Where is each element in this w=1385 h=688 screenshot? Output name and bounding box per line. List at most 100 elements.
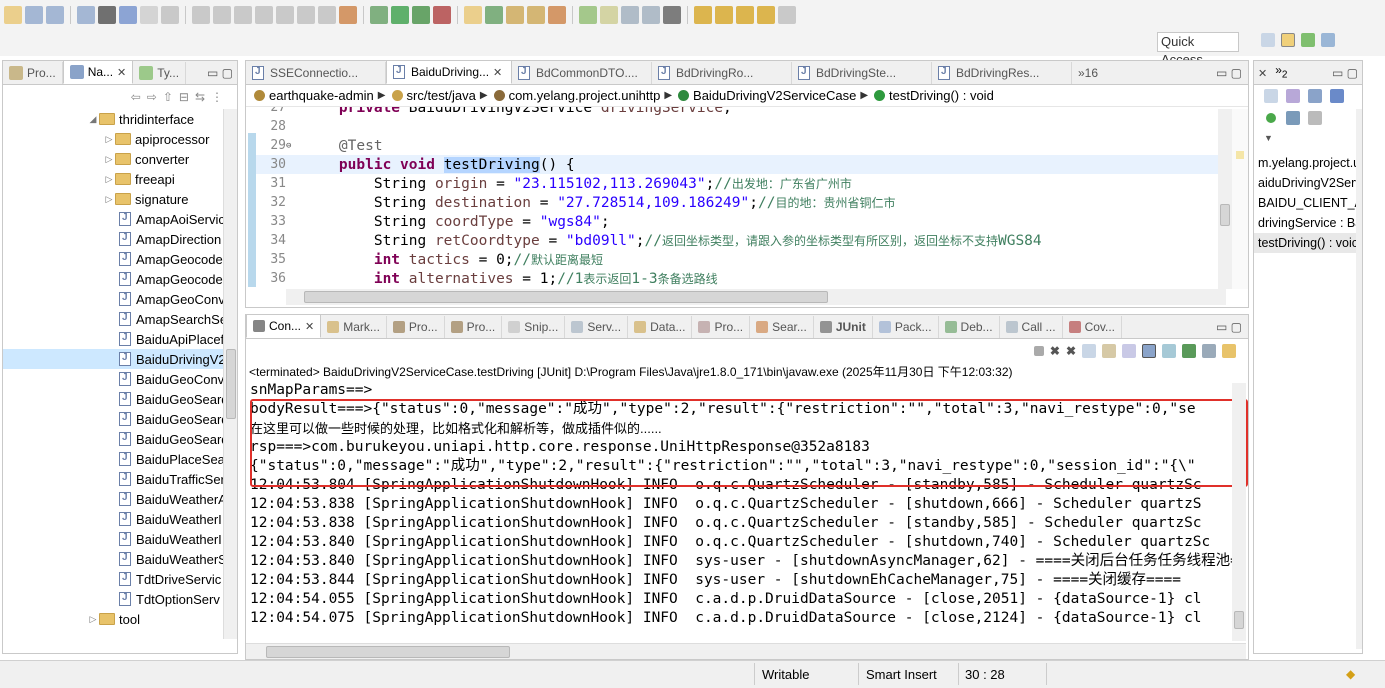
outline-overflow[interactable]: »2 — [1275, 63, 1287, 80]
tree-item[interactable]: BaiduWeatherS — [3, 549, 237, 569]
tree-item[interactable]: AmapGeocode — [3, 269, 237, 289]
outline-item[interactable]: testDriving() : voic — [1254, 233, 1362, 253]
overview-marker[interactable] — [1236, 151, 1244, 159]
tree-item[interactable]: TdtDriveServic — [3, 569, 237, 589]
terminal-icon[interactable] — [119, 6, 137, 24]
outline-item[interactable]: drivingService : Ba — [1254, 213, 1362, 233]
forward-icon[interactable] — [778, 6, 796, 24]
breadcrumb-item[interactable]: src/test/java ▶ — [391, 88, 488, 103]
bottom-tab[interactable]: Con... ✕ — [246, 315, 322, 338]
tree-item[interactable]: BaiduApiPlacef — [3, 329, 237, 349]
console-hscroll[interactable] — [246, 643, 1246, 659]
outline-item[interactable]: BAIDU_CLIENT_AK — [1254, 193, 1362, 213]
resume-icon[interactable] — [161, 6, 179, 24]
tab-package-explorer[interactable]: Pro... — [3, 62, 63, 84]
view-menu-icon[interactable]: ⋮ — [211, 90, 223, 104]
bottom-tab[interactable]: Deb... — [939, 316, 1000, 338]
expand-icon[interactable]: ▷ — [103, 134, 115, 145]
tree-item[interactable]: ◢ thridinterface — [3, 109, 237, 129]
open-task-icon[interactable] — [527, 6, 545, 24]
bottom-tab[interactable]: Data... — [628, 316, 693, 338]
debug-icon[interactable] — [370, 6, 388, 24]
console-vscroll[interactable] — [1232, 383, 1246, 641]
save-icon[interactable] — [25, 6, 43, 24]
tree-item[interactable]: BaiduWeatherA — [3, 489, 237, 509]
scroll-lock-icon[interactable] — [1102, 344, 1116, 358]
editor-tab[interactable]: BdDrivingSte... — [792, 62, 932, 84]
view-menu-icon[interactable]: ▼ — [1264, 133, 1344, 143]
external-tools-icon[interactable] — [433, 6, 451, 24]
close-icon[interactable]: ✕ — [493, 66, 502, 79]
expand-icon[interactable]: ▷ — [103, 194, 115, 205]
bottom-tab[interactable]: Call ... — [1000, 316, 1063, 338]
tree-item[interactable]: TdtOptionServ — [3, 589, 237, 609]
show-on-output-icon[interactable] — [1142, 344, 1156, 358]
new-icon[interactable] — [4, 6, 22, 24]
tree-item[interactable]: BaiduGeoSeard — [3, 409, 237, 429]
save-all-icon[interactable] — [46, 6, 64, 24]
sort-icon[interactable] — [1286, 89, 1300, 103]
close-icon[interactable]: ✕ — [117, 66, 126, 79]
bottom-tab[interactable]: Snip... — [502, 316, 566, 338]
breadcrumb-item[interactable]: BaiduDrivingV2ServiceCase ▶ — [678, 88, 868, 103]
hide-nonpublic-icon[interactable] — [1266, 113, 1276, 123]
open-console-icon[interactable] — [1222, 344, 1236, 358]
show-whitespace-icon[interactable] — [642, 6, 660, 24]
expand-icon[interactable]: ▷ — [103, 154, 115, 165]
bottom-tab[interactable]: Cov... — [1063, 316, 1123, 338]
editor-tab[interactable]: BdCommonDTO.... — [512, 62, 652, 84]
suspend-icon[interactable] — [192, 6, 210, 24]
pilcrow-icon[interactable] — [663, 6, 681, 24]
tree-item[interactable]: BaiduWeatherI — [3, 509, 237, 529]
open-type-icon[interactable] — [506, 6, 524, 24]
tree-item[interactable]: BaiduGeoConv — [3, 369, 237, 389]
run-icon[interactable] — [391, 6, 409, 24]
step-into-icon[interactable] — [255, 6, 273, 24]
breadcrumb-item[interactable]: testDriving() : void — [874, 88, 994, 103]
editor-tab[interactable]: BaiduDriving...✕ — [386, 61, 512, 84]
git-perspective-icon[interactable] — [1321, 33, 1335, 47]
expand-icon[interactable]: ▷ — [103, 174, 115, 185]
bottom-tab[interactable]: Sear... — [750, 316, 814, 338]
link-editor-icon[interactable]: ⇆ — [195, 90, 205, 104]
tree-item[interactable]: BaiduPlaceSea — [3, 449, 237, 469]
lightbulb-icon[interactable]: ◆ — [1346, 667, 1355, 681]
editor-tab-overflow[interactable]: »16 — [1072, 62, 1104, 84]
expand-icon[interactable]: ▷ — [87, 614, 99, 625]
hide-local-icon[interactable] — [1286, 111, 1300, 125]
coverage-icon[interactable] — [412, 6, 430, 24]
bottom-tab[interactable]: Pro... — [692, 316, 751, 338]
block-selection-icon[interactable] — [621, 6, 639, 24]
prev-annotation-icon[interactable] — [715, 6, 733, 24]
tree-item[interactable]: ▷ freeapi — [3, 169, 237, 189]
outline-scrollbar[interactable] — [1356, 109, 1362, 649]
fold-icon[interactable]: ⊖ — [286, 141, 296, 151]
code-area[interactable]: 27 private BaiduDrivingV2Service driving… — [246, 107, 1248, 287]
clear-console-icon[interactable] — [1082, 344, 1096, 358]
print-icon[interactable] — [77, 6, 95, 24]
back-icon[interactable] — [757, 6, 775, 24]
mark-occurrences-icon[interactable] — [579, 6, 597, 24]
drop-frame-icon[interactable] — [318, 6, 336, 24]
close-icon[interactable]: ✕ — [305, 320, 314, 333]
search-icon[interactable] — [548, 6, 566, 24]
bottom-tab[interactable]: Pro... — [445, 316, 503, 338]
step-return-icon[interactable] — [297, 6, 315, 24]
navigator-scrollbar[interactable] — [223, 109, 237, 639]
new-class-icon[interactable] — [485, 6, 503, 24]
console-output[interactable]: snMapParams==> bodyResult===>{"status":0,… — [246, 381, 1248, 635]
pin-console-icon[interactable] — [1182, 344, 1196, 358]
minimize-icon[interactable]: ▭ ▢ — [1210, 66, 1248, 84]
tree-item[interactable]: AmapAoiServic — [3, 209, 237, 229]
use-step-filters-icon[interactable] — [339, 6, 357, 24]
tree-item[interactable]: ▷ tool — [3, 609, 237, 629]
status-insert-mode[interactable]: Smart Insert — [866, 667, 937, 682]
skip-breakpoints-icon[interactable] — [140, 6, 158, 24]
minimize-icon[interactable]: ▭ ▢ — [1332, 66, 1362, 80]
step-over-icon[interactable] — [276, 6, 294, 24]
expand-icon[interactable]: ◢ — [87, 114, 99, 125]
remove-launch-icon[interactable]: ✖ — [1050, 344, 1060, 358]
outline-item[interactable]: m.yelang.project.u — [1254, 153, 1362, 173]
breadcrumb-item[interactable]: com.yelang.project.unihttp ▶ — [493, 88, 672, 103]
outline-item[interactable]: aiduDrivingV2Servi — [1254, 173, 1362, 193]
